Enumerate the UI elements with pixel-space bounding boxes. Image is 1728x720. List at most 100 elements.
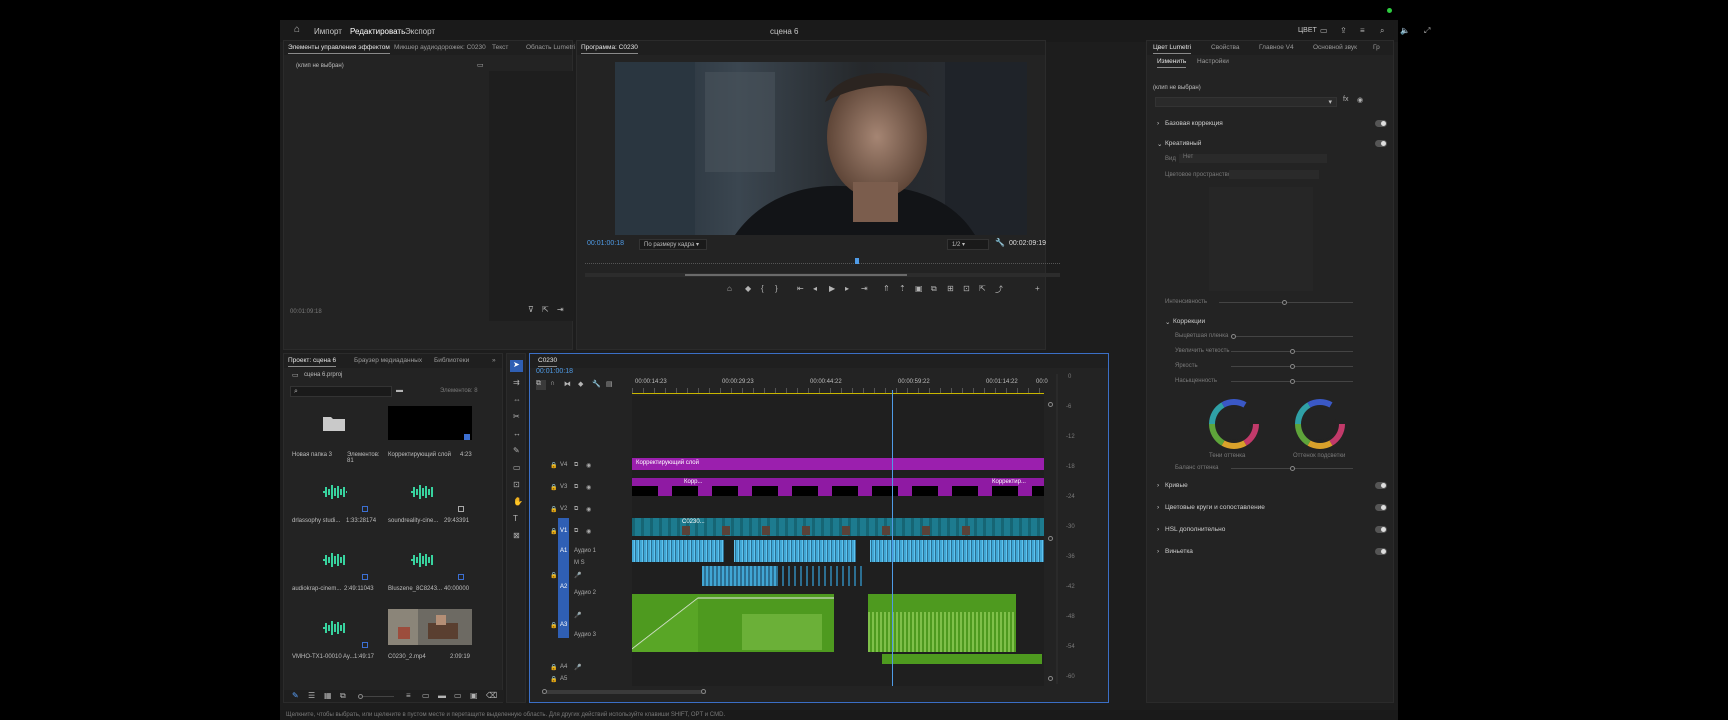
clip-icon[interactable]: ▭ xyxy=(477,61,484,69)
add-button-icon[interactable]: + xyxy=(1035,284,1040,293)
linked-icon[interactable]: ⧓ xyxy=(564,380,571,388)
expand-icon[interactable]: » xyxy=(492,357,496,364)
step-back-icon[interactable]: ◂ xyxy=(813,284,817,293)
extract-icon[interactable]: ⇡ xyxy=(899,284,906,293)
tab-lumetri-scopes[interactable]: Область Lumetri xyxy=(526,44,575,51)
share-icon[interactable]: ⤴ xyxy=(995,284,1003,295)
tab-sequence[interactable]: C0230 xyxy=(538,357,558,367)
balance-slider[interactable] xyxy=(1231,466,1353,471)
razor-icon[interactable]: ✂ xyxy=(513,412,520,421)
corr-knob[interactable] xyxy=(1231,334,1236,339)
tab-essential-sound[interactable]: Основной звук xyxy=(1313,44,1357,51)
tab-media-browser[interactable]: Браузер медиаданных xyxy=(354,357,422,364)
volume-icon[interactable]: 🔈 xyxy=(1400,26,1410,35)
rectangle-icon[interactable]: ▭ xyxy=(513,463,521,472)
toggle-hsl[interactable] xyxy=(1375,526,1387,533)
fullscreen-icon[interactable]: ⤢ xyxy=(1424,26,1430,36)
section-corrections[interactable]: Коррекции xyxy=(1173,318,1205,325)
chevron-right-icon[interactable]: › xyxy=(1157,482,1159,489)
eye-icon[interactable]: ◉ xyxy=(586,506,591,513)
corr-knob[interactable] xyxy=(1290,349,1295,354)
add-marker-icon[interactable]: ◆ xyxy=(745,284,751,293)
eye-icon[interactable]: ◉ xyxy=(586,528,591,535)
toggle-basic[interactable] xyxy=(1375,120,1387,127)
lock-icon[interactable]: 🔒 xyxy=(550,506,557,513)
camera-icon[interactable]: ▣ xyxy=(915,284,923,293)
sync-icon[interactable]: ⧉ xyxy=(574,462,578,469)
zoom-bar[interactable] xyxy=(585,273,1060,277)
home-icon[interactable]: ⌂ xyxy=(294,24,300,35)
keyframe-area[interactable] xyxy=(489,71,574,321)
corr-knob[interactable] xyxy=(1290,364,1295,369)
wrench-icon[interactable]: 🔧 xyxy=(995,238,1005,247)
section-curves[interactable]: Кривые xyxy=(1165,482,1188,489)
v3-clips[interactable]: Корр... Корректир... xyxy=(632,478,1044,496)
shadow-tint-wheel[interactable] xyxy=(1207,397,1261,451)
quality-dropdown[interactable]: 1/2 ▾ xyxy=(947,239,989,250)
section-vignette[interactable]: Виньетка xyxy=(1165,548,1193,555)
tab-essential-v4[interactable]: Главное V4 xyxy=(1259,44,1294,51)
mic-icon[interactable]: 🎤 xyxy=(574,664,581,671)
track-a4[interactable]: A4 xyxy=(560,664,567,670)
fx-icon[interactable]: fx xyxy=(1343,96,1348,103)
compare-icon[interactable]: ⧉ xyxy=(931,284,937,294)
track-a5[interactable]: A5 xyxy=(560,676,567,682)
video-frame[interactable] xyxy=(615,62,1027,235)
sync-icon[interactable]: ⧉ xyxy=(574,528,578,535)
tab-audio-mixer[interactable]: Микшер аудиодорожек: C0230 xyxy=(394,44,486,51)
scroll-handle[interactable] xyxy=(1048,402,1053,407)
preset-dropdown[interactable]: ▾ xyxy=(1155,97,1337,107)
workspace-label[interactable]: ЦВЕТ xyxy=(1298,27,1317,34)
chevron-right-icon[interactable]: › xyxy=(1157,526,1159,533)
track-v2[interactable]: V2 xyxy=(560,506,567,512)
playhead[interactable] xyxy=(892,390,893,686)
toggle-creative[interactable] xyxy=(1375,140,1387,147)
track-a3[interactable]: A3 xyxy=(560,622,567,628)
adjustment-layer-clip[interactable]: Корректирующий слой xyxy=(632,458,1044,470)
marker-icon[interactable]: ◆ xyxy=(578,380,583,388)
eye-icon[interactable]: ◉ xyxy=(586,484,591,491)
lock-icon[interactable]: 🔒 xyxy=(550,484,557,491)
go-to-in-icon[interactable]: ⇤ xyxy=(797,284,804,293)
eye-icon[interactable]: ◉ xyxy=(1357,96,1363,104)
search-icon[interactable]: ⌕ xyxy=(1380,26,1384,36)
lock-icon[interactable]: 🔒 xyxy=(550,462,557,469)
vr-icon[interactable]: ⊡ xyxy=(963,284,970,293)
corr-slider[interactable] xyxy=(1231,364,1353,369)
section-creative[interactable]: Креативный xyxy=(1165,140,1201,147)
tab-import[interactable]: Импорт xyxy=(314,27,342,36)
timeline-tracks[interactable]: Корректирующий слой Корр... Корректир...… xyxy=(632,390,1044,686)
project-search-input[interactable]: ⌕ xyxy=(290,386,392,397)
sort-icon[interactable]: ≡ xyxy=(406,691,411,700)
colorspace-dropdown[interactable] xyxy=(1229,170,1319,179)
tab-text[interactable]: Текст xyxy=(492,44,508,51)
safe-margins-icon[interactable]: ⊞ xyxy=(947,284,954,293)
track-v1[interactable]: V1 xyxy=(560,528,567,534)
corr-slider[interactable] xyxy=(1231,334,1353,339)
pencil-icon[interactable]: ✎ xyxy=(292,691,299,700)
share-icon[interactable]: ⇪ xyxy=(1340,26,1347,35)
tab-edit[interactable]: Редактировать xyxy=(350,27,405,36)
filter-icon[interactable]: ⊽ xyxy=(528,305,534,314)
tab-settings-lumetri[interactable]: Настройки xyxy=(1197,58,1229,65)
lift-icon[interactable]: ⇑ xyxy=(883,284,890,293)
track-v4[interactable]: V4 xyxy=(560,462,567,468)
scroll-handle[interactable] xyxy=(701,689,706,694)
export-icon[interactable]: ⇱ xyxy=(542,305,549,314)
chevron-right-icon[interactable]: › xyxy=(1157,120,1159,127)
slip-icon[interactable]: ↔ xyxy=(513,429,521,438)
marker-icon[interactable]: ⌂ xyxy=(727,284,732,293)
lock-icon[interactable]: 🔒 xyxy=(550,664,557,671)
lock-icon[interactable]: 🔒 xyxy=(550,676,557,683)
scroll-handle[interactable] xyxy=(1048,676,1053,681)
program-current-time[interactable]: 00:01:00:18 xyxy=(587,240,624,247)
look-dropdown[interactable]: Нет xyxy=(1179,154,1327,163)
trash-icon[interactable]: ⌫ xyxy=(486,691,497,700)
mic-icon[interactable]: 🎤 xyxy=(574,572,581,579)
lock-icon[interactable]: 🔒 xyxy=(550,622,557,629)
play-icon[interactable]: ▶ xyxy=(829,284,835,293)
zoom-range[interactable] xyxy=(685,274,907,276)
intensity-slider[interactable] xyxy=(1219,300,1353,305)
scroll-handle[interactable] xyxy=(1048,536,1053,541)
captions-icon[interactable]: ▤ xyxy=(606,380,613,388)
